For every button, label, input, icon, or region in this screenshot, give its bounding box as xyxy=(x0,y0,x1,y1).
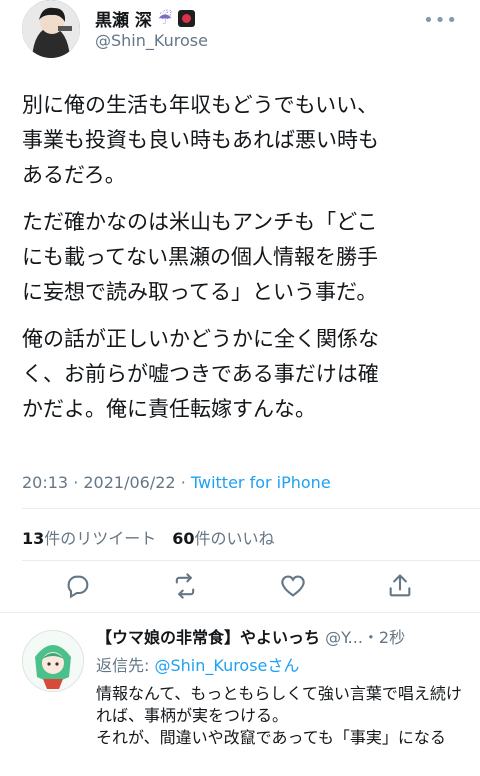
author-display-name[interactable]: 黒瀬 深 xyxy=(95,6,152,31)
share-icon[interactable] xyxy=(386,572,414,600)
more-options-icon[interactable]: ••• xyxy=(423,10,458,31)
retweet-icon[interactable] xyxy=(171,572,199,600)
author-avatar[interactable] xyxy=(22,0,80,58)
tweet-text: 別に俺の生活も年収もどうでもいい、 事業も投資も良い時もあれば悪い時も あるだろ… xyxy=(22,88,462,439)
like-icon[interactable] xyxy=(279,572,307,600)
reply-to-line: 返信先: @Shin_Kuroseさん xyxy=(96,656,300,675)
reply-to-mention[interactable]: @Shin_Kurose xyxy=(154,656,267,675)
tweet-meta: 20:13 · 2021/06/22 · Twitter for iPhone xyxy=(22,473,331,492)
tweet-time: 20:13 xyxy=(22,473,69,492)
divider xyxy=(0,612,480,613)
reply-text: 情報なんて、もっともらしくて強い言葉で唱え続ければ、事柄が実をつける。 それが、… xyxy=(96,684,462,747)
author-handle[interactable]: @Shin_Kurose xyxy=(95,31,208,50)
reply-author-name[interactable]: 【ウマ娘の非常食】やよいっち xyxy=(96,628,320,647)
reply-icon[interactable] xyxy=(64,572,92,600)
divider xyxy=(22,508,480,509)
tweet-date: 2021/06/22 xyxy=(83,473,176,492)
reply-time: ・2秒 xyxy=(362,628,406,647)
tweet-paragraph-2: ただ確かなのは米山もアンチも「どこ にも載ってない黒瀬の個人情報を勝手 に妄想で… xyxy=(22,210,378,304)
reply-author-avatar[interactable] xyxy=(22,630,84,692)
tweet-actions xyxy=(0,566,480,606)
author-name-row: 黒瀬 深 ☔ xyxy=(95,6,196,31)
likes-stat[interactable]: 60件のいいね xyxy=(172,525,274,549)
hanafuda-icon xyxy=(178,10,196,27)
tweet-paragraph-3: 俺の話が正しいかどうかに全く関係な く、お前らが嘘つきである事だけは確 かだよ。… xyxy=(22,327,379,421)
umbrella-with-rain-icon: ☔ xyxy=(157,9,173,28)
reply-author-row: 【ウマ娘の非常食】やよいっち @Y...・2秒 xyxy=(96,624,405,648)
divider xyxy=(22,560,480,561)
retweets-stat[interactable]: 13件のリツイート xyxy=(22,525,156,549)
reply-author-handle[interactable]: @Y... xyxy=(325,628,363,647)
tweet-paragraph-1: 別に俺の生活も年収もどうでもいい、 事業も投資も良い時もあれば悪い時も あるだろ… xyxy=(22,93,379,187)
tweet-stats: 13件のリツイート 60件のいいね xyxy=(22,525,275,549)
tweet-source-link[interactable]: Twitter for iPhone xyxy=(191,473,331,492)
